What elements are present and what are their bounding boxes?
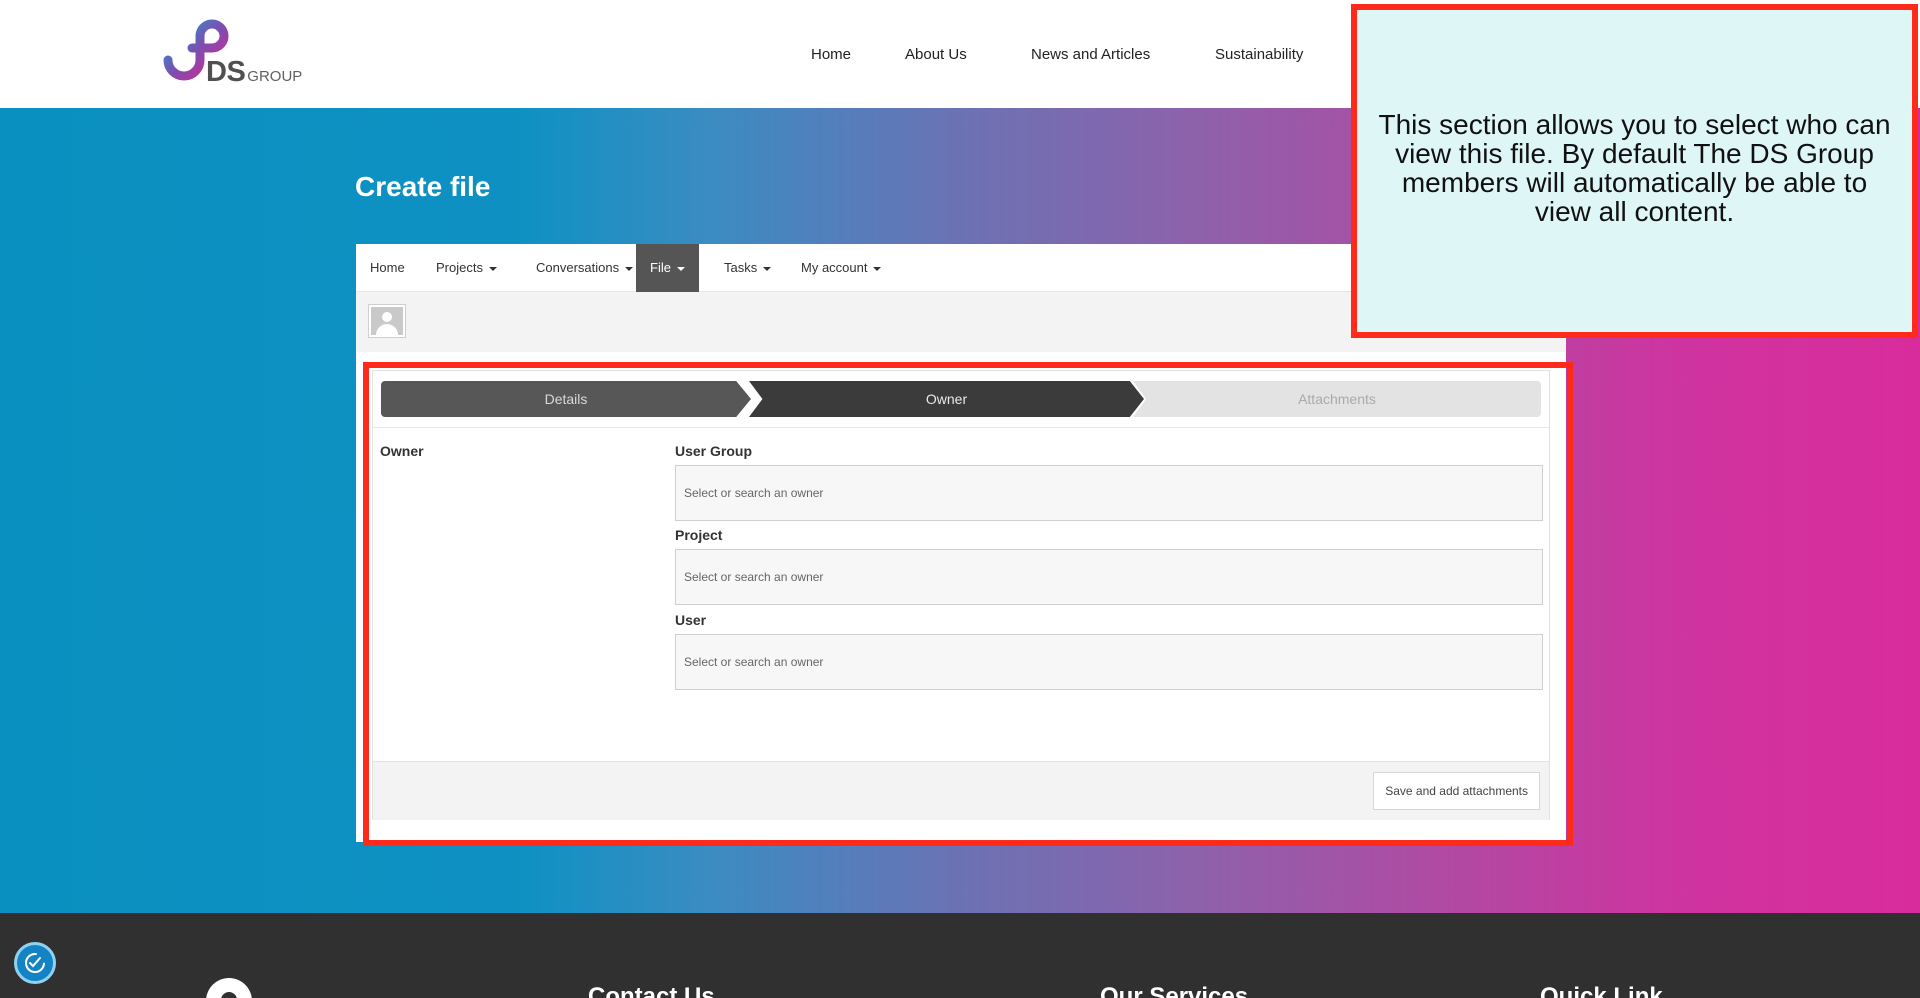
app-nav-projects[interactable]: Projects (422, 244, 511, 292)
footer-logo-icon (206, 978, 252, 998)
logo-ds-text: DS (206, 56, 246, 88)
ds-group-logo[interactable]: DS GROUP (152, 14, 312, 94)
app-nav-conversations-label: Conversations (536, 260, 620, 275)
caret-down-icon (873, 266, 882, 271)
footer-heading-quick-link: Quick Link (1540, 983, 1663, 998)
site-nav-home[interactable]: Home (811, 46, 851, 63)
user-avatar-icon[interactable] (368, 304, 406, 338)
callout-text: This section allows you to select who ca… (1378, 109, 1891, 227)
highlight-box (363, 362, 1573, 846)
avatar-body (376, 324, 398, 335)
caret-down-icon (488, 266, 497, 271)
page-title: Create file (355, 171, 491, 202)
site-footer: Contact Us Our Services Quick Link (0, 913, 1920, 998)
app-nav-file-label: File (650, 260, 671, 275)
site-nav-about-us[interactable]: About Us (905, 46, 967, 63)
app-nav-home[interactable]: Home (356, 244, 419, 292)
site-nav-news-and-articles[interactable]: News and Articles (1031, 46, 1150, 63)
footer-heading-our-services: Our Services (1100, 983, 1249, 998)
logo-wordmark: DS GROUP (206, 56, 302, 89)
app-nav-my-account[interactable]: My account (787, 244, 895, 292)
avatar-head (382, 312, 392, 322)
caret-down-icon (763, 266, 772, 271)
accessibility-glyph (25, 953, 45, 973)
app-nav-file[interactable]: File (636, 244, 699, 292)
app-nav-tasks[interactable]: Tasks (710, 244, 785, 292)
app-nav-home-label: Home (370, 260, 405, 275)
logo-group-text: GROUP (247, 68, 303, 85)
caret-down-icon (625, 266, 634, 271)
app-nav-my-account-label: My account (801, 260, 868, 275)
avatar-placeholder (371, 307, 403, 335)
tooltip-callout: This section allows you to select who ca… (1351, 4, 1918, 338)
app-nav-conversations[interactable]: Conversations (522, 244, 647, 292)
accessibility-icon[interactable] (14, 942, 56, 984)
footer-heading-contact-us: Contact Us (588, 983, 715, 998)
caret-down-icon (676, 266, 685, 271)
app-nav-projects-label: Projects (436, 260, 483, 275)
app-nav-tasks-label: Tasks (724, 260, 758, 275)
site-nav-sustainability[interactable]: Sustainability (1215, 46, 1303, 63)
